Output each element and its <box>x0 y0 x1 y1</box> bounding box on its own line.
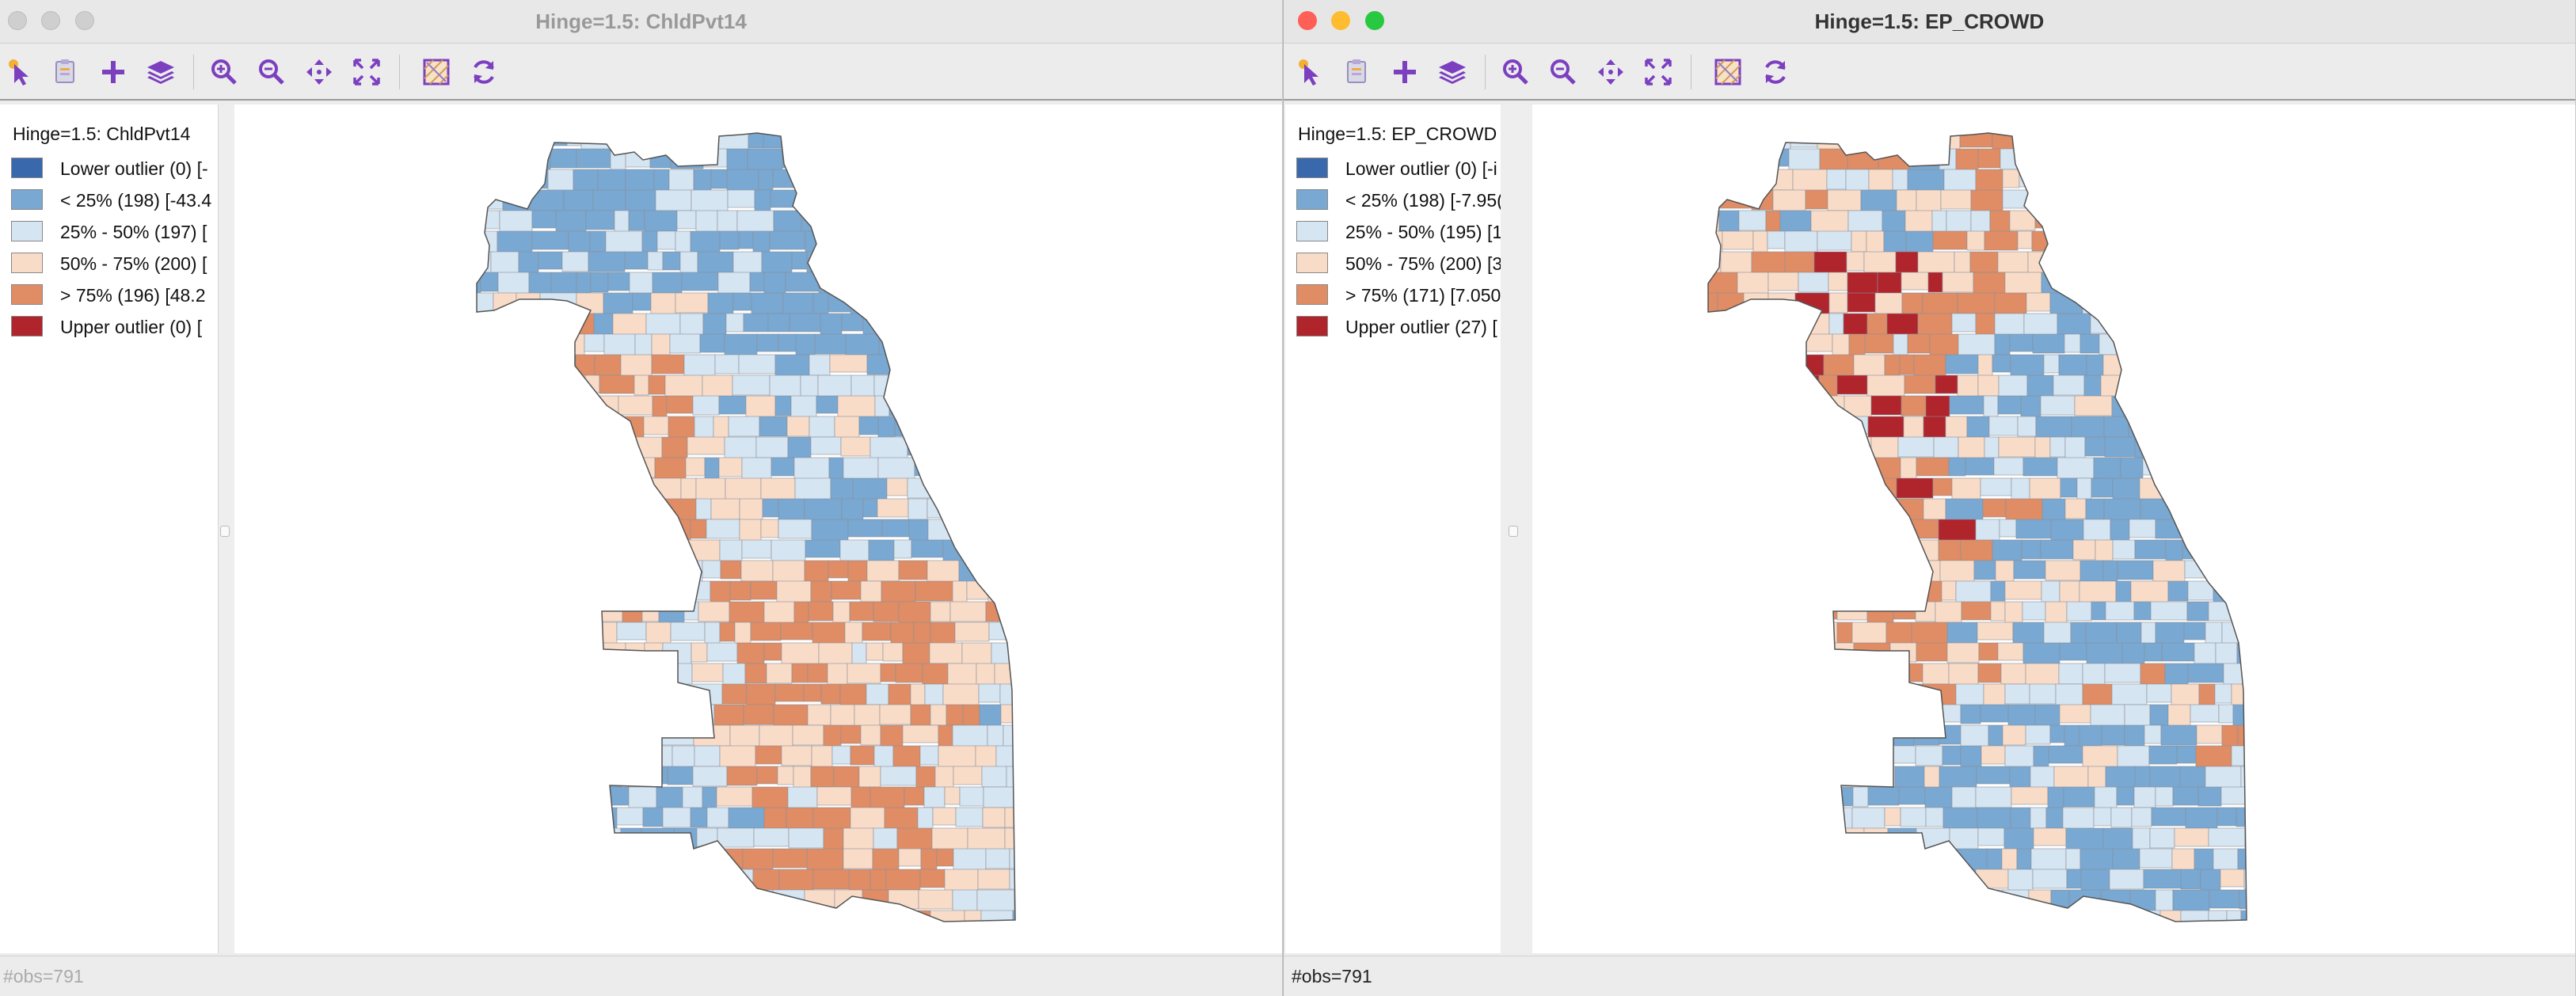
layers-icon[interactable] <box>144 55 177 89</box>
zoom-out-icon[interactable] <box>1547 55 1580 89</box>
title-bar[interactable]: Hinge=1.5: EP_CROWD <box>1284 0 2575 44</box>
legend-swatch <box>11 158 43 178</box>
zoom-in-icon[interactable] <box>1499 55 1532 89</box>
legend-swatch <box>1296 158 1328 178</box>
legend-label: > 75% (171) [7.050 <box>1345 285 1501 306</box>
layers-icon[interactable] <box>1436 55 1469 89</box>
map-canvas[interactable] <box>1532 105 2576 953</box>
legend-swatch <box>11 284 43 305</box>
legend-label: 25% - 50% (197) [ <box>60 222 207 242</box>
fit-extent-icon[interactable] <box>350 55 383 89</box>
legend-title: Hinge=1.5: ChldPvt14 <box>13 124 191 144</box>
status-bar: #obs=791 <box>0 956 1282 996</box>
copy-to-clipboard-icon[interactable] <box>49 55 82 89</box>
legend-panel[interactable]: Hinge=1.5: EP_CROWD Lower outlier (0) [-… <box>1285 105 1501 953</box>
legend-label: < 25% (198) [-43.4 <box>60 190 212 211</box>
choropleth-map[interactable] <box>234 105 1283 953</box>
map-canvas[interactable] <box>234 105 1283 953</box>
basemap-icon[interactable] <box>420 55 453 89</box>
refresh-icon[interactable] <box>467 55 500 89</box>
map-window-chldpvt14[interactable]: Hinge=1.5: ChldPvt14 Hinge=1.5: ChldPvt1… <box>0 0 1283 996</box>
map-toolbar <box>1284 44 2575 101</box>
legend-swatch <box>11 253 43 273</box>
refresh-icon[interactable] <box>1759 55 1792 89</box>
title-bar[interactable]: Hinge=1.5: ChldPvt14 <box>0 0 1282 44</box>
legend-swatch <box>1296 189 1328 210</box>
window-title: Hinge=1.5: ChldPvt14 <box>535 10 747 33</box>
select-pointer-icon[interactable] <box>3 55 36 89</box>
census-tracts-layer[interactable] <box>393 128 1059 934</box>
zoom-in-icon[interactable] <box>207 55 241 89</box>
legend-label: Upper outlier (0) [ <box>60 317 202 337</box>
observation-count: #obs=791 <box>3 966 84 986</box>
legend-label: Lower outlier (0) [-i <box>1345 158 1497 179</box>
legend-label: 50% - 75% (200) [3 <box>1345 253 1501 274</box>
legend-panel[interactable]: Hinge=1.5: ChldPvt14 Lower outlier (0) [… <box>0 105 219 953</box>
legend-label: Lower outlier (0) [- <box>60 158 208 179</box>
legend-swatch <box>11 189 43 210</box>
basemap-icon[interactable] <box>1711 55 1745 89</box>
add-plus-icon[interactable] <box>97 55 130 89</box>
legend-swatch <box>1296 221 1328 241</box>
pane-splitter[interactable] <box>1501 105 1532 953</box>
pane-splitter[interactable] <box>219 105 234 953</box>
choropleth-map[interactable] <box>1532 105 2576 953</box>
census-tracts-layer[interactable] <box>1691 128 2358 935</box>
legend-label: 25% - 50% (195) [1 <box>1345 222 1501 242</box>
legend-title: Hinge=1.5: EP_CROWD <box>1298 124 1497 144</box>
legend-label: > 75% (196) [48.2 <box>60 285 206 306</box>
legend-swatch <box>1296 284 1328 305</box>
legend-swatch <box>1296 253 1328 273</box>
window-title: Hinge=1.5: EP_CROWD <box>1814 10 2045 33</box>
legend-label: < 25% (198) [-7.95( <box>1345 190 1501 211</box>
legend-swatch <box>11 221 43 241</box>
legend-swatch <box>11 316 43 336</box>
status-bar: #obs=791 <box>1284 956 2575 996</box>
map-toolbar <box>0 44 1282 101</box>
add-plus-icon[interactable] <box>1388 55 1421 89</box>
legend-label: 50% - 75% (200) [ <box>60 253 207 274</box>
copy-to-clipboard-icon[interactable] <box>1341 55 1374 89</box>
pan-icon[interactable] <box>302 55 336 89</box>
zoom-out-icon[interactable] <box>255 55 288 89</box>
map-window-ep-crowd[interactable]: Hinge=1.5: EP_CROWD Hinge=1.5: EP_CROWD … <box>1283 0 2576 996</box>
legend-swatch <box>1296 316 1328 336</box>
pan-icon[interactable] <box>1594 55 1627 89</box>
legend-label: Upper outlier (27) [ <box>1345 317 1497 337</box>
select-pointer-icon[interactable] <box>1293 55 1326 89</box>
fit-extent-icon[interactable] <box>1642 55 1675 89</box>
observation-count: #obs=791 <box>1292 966 1372 986</box>
